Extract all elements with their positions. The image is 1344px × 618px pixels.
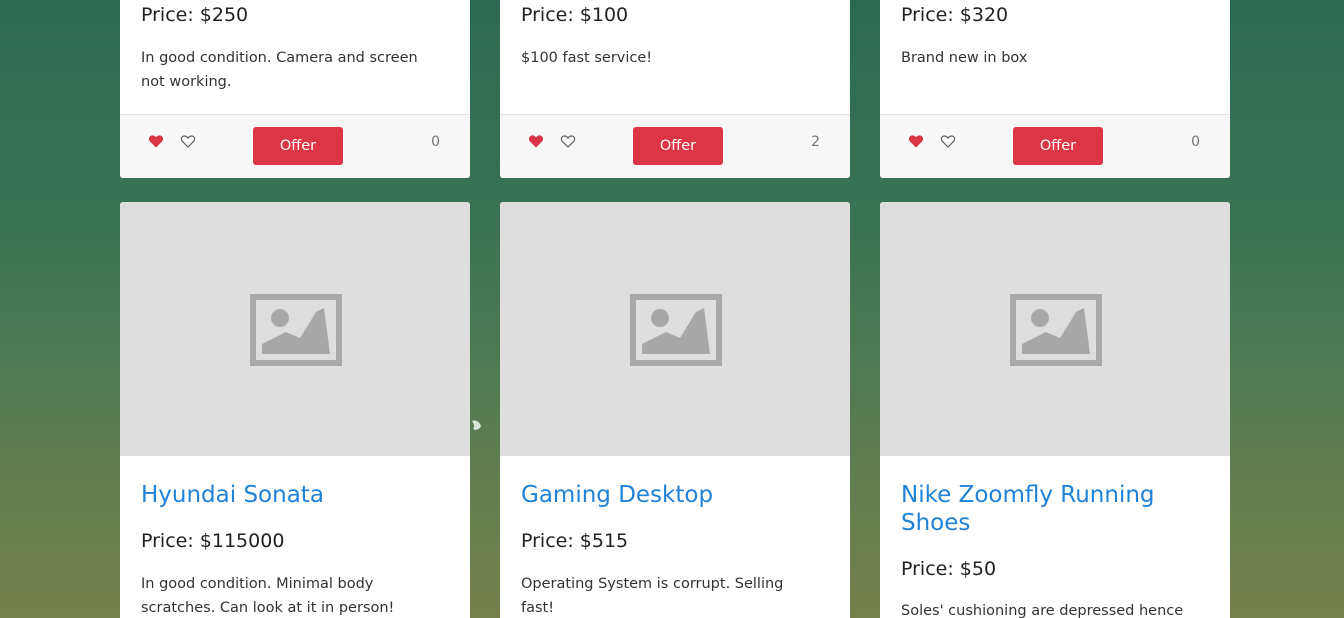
listing-price: Price: $50 — [901, 558, 997, 580]
listing-card: Price: $100 $100 fast service! Offer 2 — [500, 0, 850, 178]
listing-title-link[interactable]: Gaming Desktop — [521, 481, 820, 509]
offer-button[interactable]: Offer — [253, 127, 343, 165]
like-count: 0 — [431, 134, 440, 150]
listing-price: Price: $100 — [521, 4, 629, 26]
image-placeholder-icon — [250, 294, 342, 366]
image-placeholder-icon — [1010, 294, 1102, 366]
image-placeholder-icon — [630, 294, 722, 366]
listing-description: In good condition. Minimal body scratche… — [141, 576, 395, 616]
listing-title-link[interactable]: Hyundai Sonata — [141, 481, 440, 509]
offer-button[interactable]: Offer — [633, 127, 723, 165]
listing-card: Price: $320 Brand new in box Offer 0 — [880, 0, 1230, 178]
heart-outline-icon[interactable] — [180, 133, 196, 149]
listing-image-placeholder — [500, 202, 850, 456]
card-footer: Offer 0 — [880, 114, 1230, 178]
listing-description: $100 fast service! — [521, 50, 653, 66]
card-footer: Offer 0 — [120, 114, 470, 178]
listing-description: Operating System is corrupt. Selling fas… — [521, 576, 784, 616]
listing-price: Price: $515 — [521, 530, 629, 552]
listing-image-placeholder — [880, 202, 1230, 456]
like-count: 2 — [811, 134, 820, 150]
listing-image-placeholder — [120, 202, 470, 456]
listing-description: Brand new in box — [901, 50, 1028, 66]
listing-price: Price: $250 — [141, 4, 249, 26]
listing-card: Price: $250 In good condition. Camera an… — [120, 0, 470, 178]
listing-card: Hyundai Sonata Price: $115000 In good co… — [120, 202, 470, 618]
listing-price: Price: $320 — [901, 4, 1009, 26]
sparkle-decoration — [472, 420, 481, 430]
heart-filled-icon[interactable] — [528, 133, 544, 149]
card-footer: Offer 2 — [500, 114, 850, 178]
heart-outline-icon[interactable] — [940, 133, 956, 149]
heart-outline-icon[interactable] — [560, 133, 576, 149]
heart-filled-icon[interactable] — [908, 133, 924, 149]
listing-card: Nike Zoomfly Running Shoes Price: $50 So… — [880, 202, 1230, 618]
listing-title-link[interactable]: Nike Zoomfly Running Shoes — [901, 481, 1200, 537]
listing-price: Price: $115000 — [141, 530, 285, 552]
like-count: 0 — [1191, 134, 1200, 150]
offer-button[interactable]: Offer — [1013, 127, 1103, 165]
listing-description: In good condition. Camera and screen not… — [141, 50, 418, 90]
heart-filled-icon[interactable] — [148, 133, 164, 149]
listing-card: Gaming Desktop Price: $515 Operating Sys… — [500, 202, 850, 618]
listing-description: Soles' cushioning are depressed hence — [901, 603, 1184, 618]
